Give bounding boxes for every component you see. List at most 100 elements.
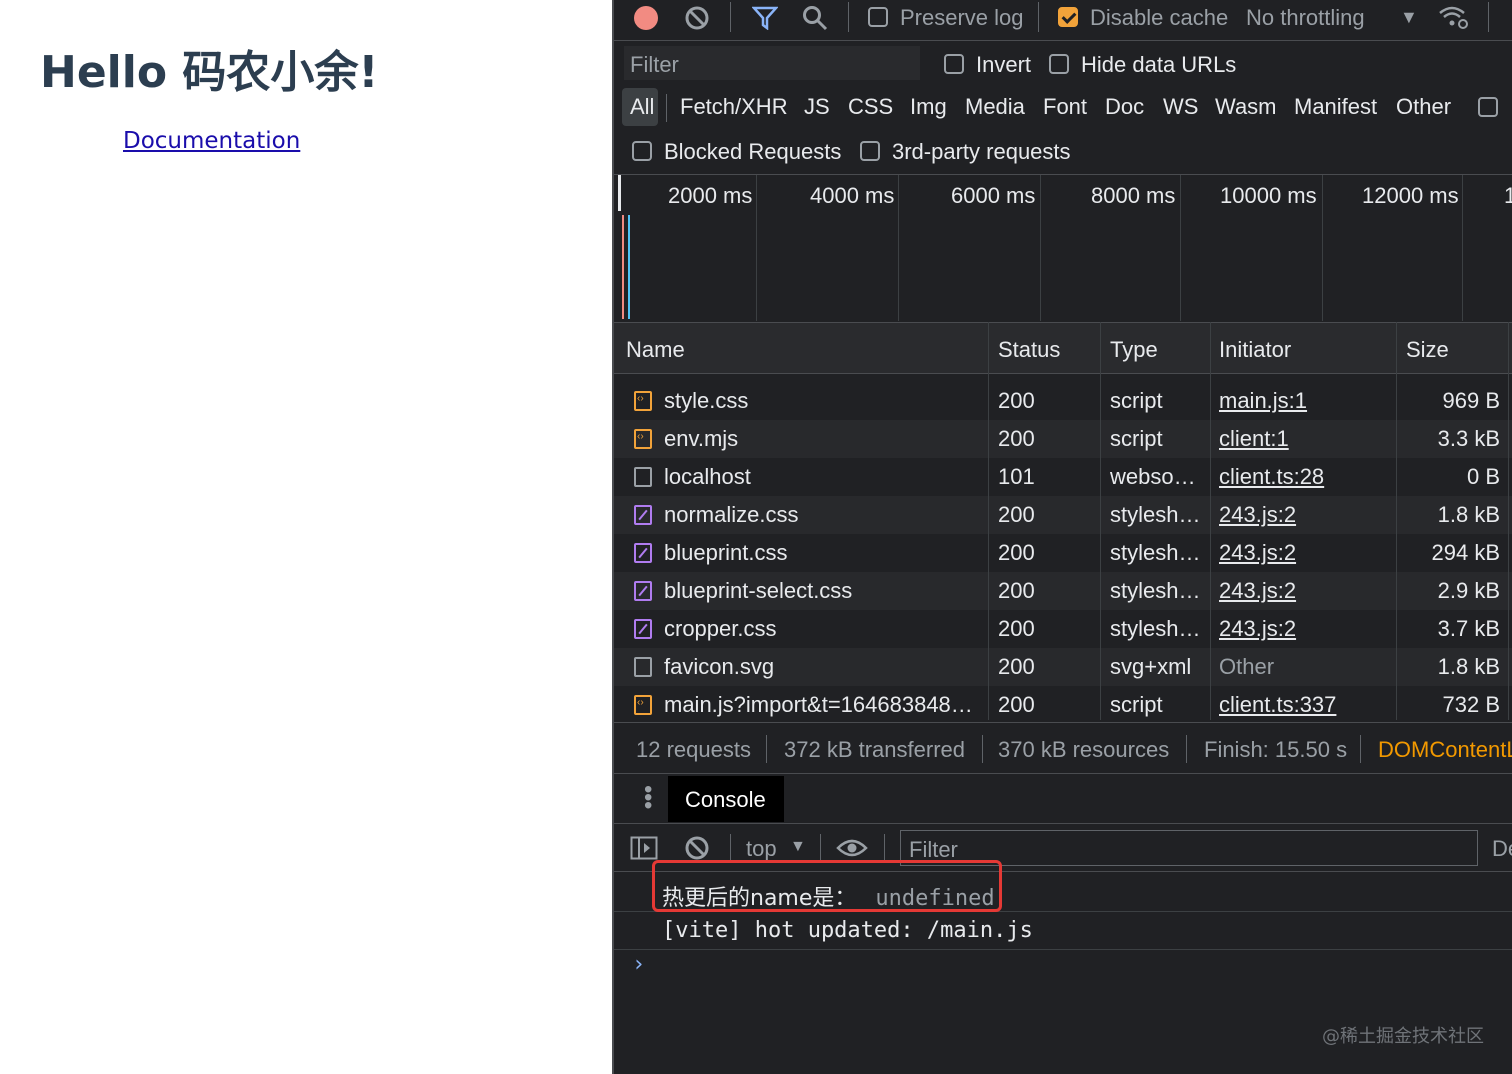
blocked-requests-checkbox[interactable]: [632, 141, 652, 161]
divider: [730, 834, 731, 862]
timeline-label: 2000 ms: [668, 183, 753, 208]
clear-console-icon[interactable]: [684, 835, 710, 861]
divider: [982, 735, 983, 763]
more-options-icon[interactable]: • • •: [644, 778, 652, 818]
type-filter-css[interactable]: CSS: [848, 94, 893, 120]
type-filter-font[interactable]: Font: [1043, 94, 1087, 120]
divider: [820, 834, 821, 862]
sidebar-toggle-icon[interactable]: [630, 836, 658, 860]
type-filter-other[interactable]: Other: [1396, 94, 1451, 120]
table-row[interactable]: env.mjs 200 script client:1 3.3 kB: [614, 420, 1512, 458]
row-name: favicon.svg: [664, 654, 775, 679]
timeline-gridline: [1040, 175, 1041, 321]
watermark: @稀土掘金技术社区: [1322, 1026, 1484, 1047]
type-filter-js[interactable]: JS: [804, 94, 830, 120]
third-party-checkbox[interactable]: [860, 141, 880, 161]
record-icon[interactable]: [634, 6, 658, 30]
row-initiator[interactable]: 243.js:2: [1219, 578, 1296, 604]
resources-size: 370 kB resources: [998, 737, 1170, 762]
column-header-name[interactable]: Name: [626, 337, 685, 363]
filter-placeholder: Filter: [630, 52, 679, 77]
chevron-down-icon[interactable]: ▼: [790, 838, 806, 856]
column-header-size[interactable]: Size: [1406, 337, 1449, 363]
timeline-cursor: [618, 175, 621, 211]
table-row[interactable]: style.css 200 script main.js:1 969 B: [614, 382, 1512, 420]
tab-console[interactable]: Console: [668, 776, 784, 822]
row-name: main.js?import&t=164683848…: [664, 692, 973, 717]
row-type: script: [1110, 692, 1163, 717]
row-name: blueprint-select.css: [664, 578, 853, 603]
type-filter-doc[interactable]: Doc: [1105, 94, 1144, 120]
documentation-link[interactable]: Documentation: [123, 128, 300, 154]
row-status: 200: [998, 654, 1035, 679]
table-row[interactable]: cropper.css 200 stylesh… 243.js:2 3.7 kB: [614, 610, 1512, 648]
drawer-tabbar: • • • Console: [614, 774, 1512, 824]
divider: [1360, 735, 1361, 763]
type-filter-wasm[interactable]: Wasm: [1215, 94, 1277, 120]
blocked-requests-label: Blocked Requests: [664, 139, 842, 164]
context-selector[interactable]: top: [746, 836, 777, 862]
throttling-select[interactable]: No throttling: [1246, 5, 1365, 31]
filter-icon[interactable]: [752, 6, 778, 30]
type-filter-img[interactable]: Img: [910, 94, 947, 120]
type-filter-media[interactable]: Media: [965, 94, 1025, 120]
preserve-log-checkbox[interactable]: [868, 7, 888, 27]
network-filter-input[interactable]: Filter: [624, 46, 920, 80]
row-status: 200: [998, 616, 1035, 641]
has-blocked-cookies-checkbox[interactable]: [1478, 97, 1498, 117]
log-levels-select[interactable]: De: [1492, 836, 1512, 862]
row-initiator[interactable]: client.ts:28: [1219, 464, 1324, 490]
timeline-label: 12000 ms: [1362, 183, 1459, 208]
row-type: script: [1110, 388, 1163, 413]
row-size: 1.8 kB: [1437, 654, 1500, 679]
row-initiator[interactable]: client.ts:337: [1219, 692, 1336, 718]
devtools-panel: Preserve log Disable cache No throttling…: [612, 0, 1512, 1074]
row-initiator[interactable]: 243.js:2: [1219, 616, 1296, 642]
timeline-label: 6000 ms: [951, 183, 1036, 208]
table-row[interactable]: blueprint.css 200 stylesh… 243.js:2 294 kB: [614, 534, 1512, 572]
timeline-label: 1: [1504, 183, 1512, 209]
invert-checkbox[interactable]: [944, 54, 964, 74]
type-filter-manifest[interactable]: Manifest: [1294, 94, 1377, 120]
hide-data-urls-checkbox[interactable]: [1049, 54, 1069, 74]
row-initiator[interactable]: main.js:1: [1219, 388, 1307, 414]
chevron-down-icon[interactable]: ▼: [1400, 7, 1418, 28]
network-conditions-icon[interactable]: [1438, 4, 1470, 32]
table-row[interactable]: normalize.css 200 stylesh… 243.js:2 1.8 kB: [614, 496, 1512, 534]
eye-icon[interactable]: [836, 838, 868, 858]
table-row[interactable]: blueprint-select.css 200 stylesh… 243.js:2 2…: [614, 572, 1512, 610]
row-size: 294 kB: [1431, 540, 1501, 565]
search-icon[interactable]: [802, 5, 828, 31]
table-row[interactable]: favicon.svg 200 svg+xml Other 1.8 kB: [614, 648, 1512, 686]
console-message-text: [vite] hot updated: /main.js: [662, 918, 1033, 943]
stylesheet-file-icon: [634, 543, 652, 563]
row-name: style.css: [664, 388, 749, 413]
clear-icon[interactable]: [684, 5, 710, 31]
disable-cache-checkbox[interactable]: [1058, 7, 1078, 27]
row-size: 2.9 kB: [1437, 578, 1500, 603]
network-overview-timeline[interactable]: 2000 ms 4000 ms 6000 ms 8000 ms 10000 ms…: [614, 174, 1512, 321]
row-type: webso…: [1110, 464, 1196, 489]
row-status: 200: [998, 578, 1035, 603]
row-size: 969 B: [1442, 388, 1501, 413]
column-header-type[interactable]: Type: [1110, 337, 1158, 363]
column-header-status[interactable]: Status: [998, 337, 1060, 363]
row-status: 200: [998, 692, 1035, 717]
dom-content-loaded: DOMContentL: [1378, 737, 1512, 762]
row-type: script: [1110, 426, 1163, 451]
console-prompt[interactable]: ›: [632, 952, 645, 977]
row-initiator[interactable]: 243.js:2: [1219, 502, 1296, 528]
table-row[interactable]: localhost 101 webso… client.ts:28 0 B: [614, 458, 1512, 496]
column-header-initiator[interactable]: Initiator: [1219, 337, 1291, 363]
row-type: stylesh…: [1110, 616, 1201, 641]
type-filter-ws[interactable]: WS: [1163, 94, 1198, 120]
table-row[interactable]: main.js?import&t=164683848… 200 script clie…: [614, 686, 1512, 724]
type-filter-fetch[interactable]: Fetch/XHR: [680, 94, 788, 120]
row-type: stylesh…: [1110, 502, 1201, 527]
divider: [766, 735, 767, 763]
divider: [884, 834, 885, 862]
row-initiator[interactable]: 243.js:2: [1219, 540, 1296, 566]
row-initiator[interactable]: client:1: [1219, 426, 1289, 452]
type-filter-all[interactable]: All: [630, 94, 654, 120]
finish-time: Finish: 15.50 s: [1204, 737, 1348, 762]
